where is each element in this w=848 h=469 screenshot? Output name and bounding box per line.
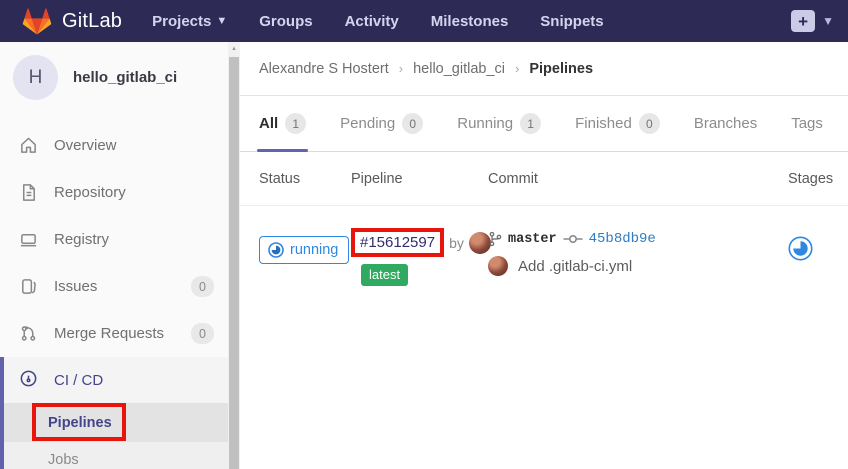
new-item-button[interactable]: + (791, 10, 815, 32)
project-sidebar: H hello_gitlab_ci Overview Repository (0, 42, 228, 469)
tab-label: Branches (694, 115, 757, 132)
file-icon (19, 183, 38, 202)
col-header-pipeline: Pipeline (351, 171, 488, 187)
nav-milestones[interactable]: Milestones (431, 13, 509, 30)
navbar-links: Projects ▼ Groups Activity Milestones Sn… (152, 13, 791, 30)
brand-name: GitLab (62, 10, 122, 33)
nav-projects[interactable]: Projects ▼ (152, 13, 227, 30)
issues-icon (19, 277, 38, 296)
pipeline-id-link[interactable]: #15612597 (360, 234, 435, 251)
tab-all-count: 1 (285, 113, 306, 134)
col-header-status: Status (259, 171, 351, 187)
top-navbar: GitLab Projects ▼ Groups Activity Milest… (0, 0, 848, 42)
status-label: running (290, 242, 338, 258)
branch-icon (488, 231, 502, 247)
stage-running-icon[interactable] (788, 236, 813, 261)
sidebar-nav: Overview Repository Registry Issues 0 (0, 122, 228, 469)
nav-activity[interactable]: Activity (345, 13, 399, 30)
tab-pending-count: 0 (402, 113, 423, 134)
sidebar-item-merge-requests[interactable]: Merge Requests 0 (0, 310, 228, 357)
breadcrumb-user[interactable]: Alexandre S Hostert (259, 61, 389, 77)
sidebar-item-issues[interactable]: Issues 0 (0, 263, 228, 310)
tab-tags[interactable]: Tags (791, 96, 823, 151)
branch-link[interactable]: master (508, 232, 557, 247)
stages-cell (788, 228, 839, 261)
nav-groups[interactable]: Groups (259, 13, 312, 30)
tab-label: Pending (340, 115, 395, 132)
nav-snippets[interactable]: Snippets (540, 13, 603, 30)
sidebar-item-registry[interactable]: Registry (0, 216, 228, 263)
latest-badge: latest (361, 264, 408, 286)
tab-label: Tags (791, 115, 823, 132)
pipeline-row: running #15612597 by latest (240, 206, 848, 286)
breadcrumb-separator: › (399, 61, 403, 76)
pipelines-table-header: Status Pipeline Commit Stages (240, 152, 848, 206)
commit-cell: master 45b8db9e Add .gitlab-ci.yml (488, 228, 788, 276)
sidebar-item-label: Repository (54, 184, 126, 201)
tab-finished-count: 0 (639, 113, 660, 134)
chevron-down-icon: ▼ (216, 15, 227, 27)
sidebar-subitem-label: Pipelines (48, 415, 112, 431)
sidebar-subitem-label: Jobs (48, 452, 79, 468)
col-header-commit: Commit (488, 171, 788, 187)
pipeline-cell: #15612597 by latest (351, 228, 488, 286)
sidebar-subitem-pipelines[interactable]: Pipelines (4, 403, 228, 442)
gitlab-tanuki-icon (22, 6, 52, 36)
sidebar-item-label: Issues (54, 278, 97, 295)
commit-message-link[interactable]: Add .gitlab-ci.yml (518, 258, 632, 275)
cicd-section: CI / CD Pipelines Jobs (0, 357, 228, 469)
sidebar-item-ci-cd[interactable]: CI / CD (4, 357, 228, 403)
breadcrumb-project[interactable]: hello_gitlab_ci (413, 61, 505, 77)
sidebar-item-repository[interactable]: Repository (0, 169, 228, 216)
pipeline-tabs: All 1 Pending 0 Running 1 Finished 0 Bra… (240, 96, 848, 152)
home-icon (19, 136, 38, 155)
commit-icon (563, 233, 583, 245)
tab-branches[interactable]: Branches (694, 96, 757, 151)
project-avatar: H (13, 55, 58, 100)
commit-author-avatar[interactable] (488, 256, 508, 276)
sidebar-item-label: Registry (54, 231, 109, 248)
main-content: Alexandre S Hostert › hello_gitlab_ci › … (240, 42, 848, 469)
gitlab-home-link[interactable]: GitLab (22, 6, 122, 36)
breadcrumb-separator: › (515, 61, 519, 76)
tab-running-count: 1 (520, 113, 541, 134)
sidebar-item-label: Merge Requests (54, 325, 164, 342)
navbar-right: + ▼ (791, 10, 834, 32)
annotation-box-pipeline-id: #15612597 (351, 228, 444, 257)
nav-projects-label: Projects (152, 13, 211, 30)
sidebar-item-label: CI / CD (54, 372, 103, 389)
scrollbar-thumb[interactable] (229, 57, 239, 469)
sidebar-subitem-jobs[interactable]: Jobs (4, 442, 228, 469)
scrollbar-up-arrow[interactable]: ▲ (228, 42, 240, 56)
sidebar-item-overview[interactable]: Overview (0, 122, 228, 169)
status-running-badge[interactable]: running (259, 236, 349, 264)
by-text: by (449, 235, 464, 251)
tab-all[interactable]: All 1 (259, 96, 306, 151)
tab-pending[interactable]: Pending 0 (340, 96, 423, 151)
commit-sha-link[interactable]: 45b8db9e (589, 231, 656, 247)
tab-label: Finished (575, 115, 632, 132)
merge-requests-count-badge: 0 (191, 323, 214, 344)
project-header[interactable]: H hello_gitlab_ci (0, 42, 228, 110)
new-item-caret-icon[interactable]: ▼ (822, 14, 834, 28)
breadcrumb: Alexandre S Hostert › hello_gitlab_ci › … (240, 42, 848, 96)
sidebar-item-label: Overview (54, 137, 117, 154)
status-cell: running (259, 228, 351, 264)
tab-label: All (259, 115, 278, 132)
issues-count-badge: 0 (191, 276, 214, 297)
merge-request-icon (19, 324, 38, 343)
breadcrumb-current: Pipelines (529, 61, 593, 77)
tab-label: Running (457, 115, 513, 132)
col-header-stages: Stages (788, 171, 833, 187)
sidebar-scrollbar[interactable]: ▲ (228, 42, 240, 469)
monitor-icon (19, 230, 38, 249)
project-name: hello_gitlab_ci (73, 69, 177, 86)
running-status-icon (268, 242, 284, 258)
tab-finished[interactable]: Finished 0 (575, 96, 660, 151)
gauge-icon (19, 369, 38, 392)
tab-running[interactable]: Running 1 (457, 96, 541, 151)
